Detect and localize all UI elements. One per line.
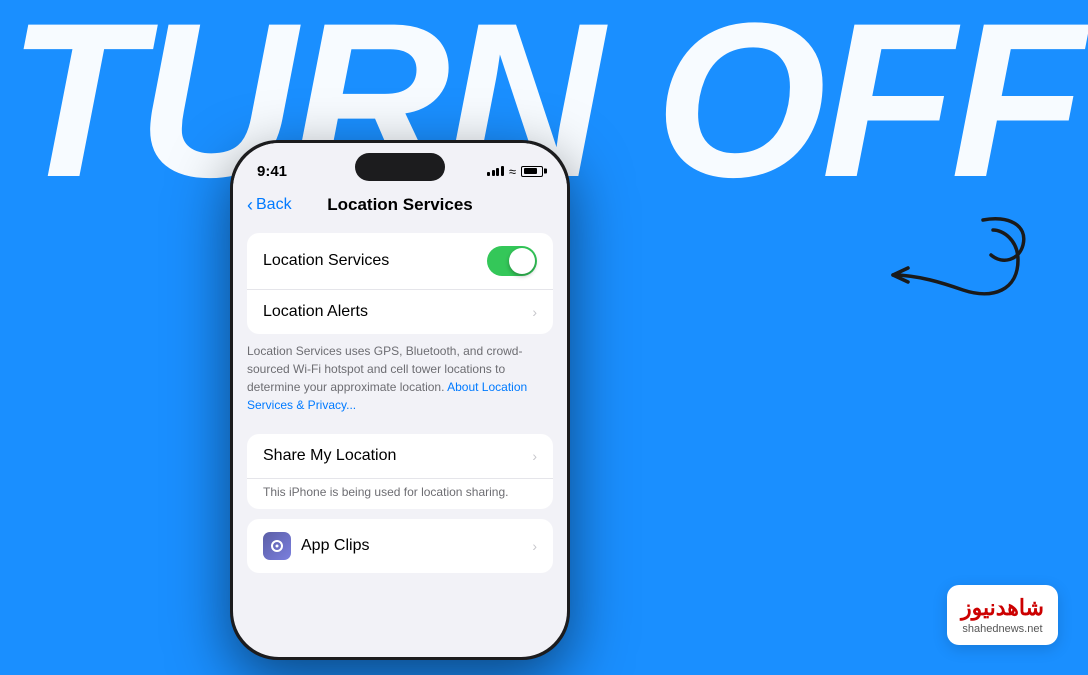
dynamic-island [355,153,445,181]
share-my-location-card: Share My Location › This iPhone is being… [247,434,553,509]
nav-title: Location Services [327,195,473,215]
location-services-label: Location Services [263,252,389,270]
logo-text: شاهدنیوز [961,595,1044,621]
share-my-location-label: Share My Location [263,447,396,465]
wifi-icon: ≈ [509,164,516,179]
location-alerts-label: Location Alerts [263,303,368,321]
location-description: Location Services uses GPS, Bluetooth, a… [233,334,567,424]
logo-badge: شاهدنیوز shahednews.net [947,585,1058,645]
back-chevron-icon: ‹ [247,195,253,216]
status-icons: ≈ [487,164,543,179]
battery-icon [521,166,543,177]
back-label: Back [256,196,292,214]
toggle-knob [509,248,535,274]
arrow-annotation [833,210,1033,360]
share-chevron-icon: › [532,448,537,464]
app-clips-left: App Clips [263,532,369,560]
settings-content: Location Services Location Alerts › Loca… [233,233,567,573]
status-time: 9:41 [257,163,287,180]
phone-screen: 9:41 ≈ ‹ Bac [233,143,567,657]
back-button[interactable]: ‹ Back [247,195,292,216]
location-services-row: Location Services [247,233,553,290]
app-clips-card: App Clips › [247,519,553,573]
location-services-toggle[interactable] [487,246,537,276]
location-alerts-chevron-icon: › [532,304,537,320]
phone-frame: 9:41 ≈ ‹ Bac [230,140,570,660]
logo-sub: shahednews.net [961,623,1044,635]
app-clips-chevron-icon: › [532,538,537,554]
phone-device: 9:41 ≈ ‹ Bac [230,140,570,660]
share-subtitle: This iPhone is being used for location s… [247,479,553,509]
share-my-location-row[interactable]: Share My Location › [247,434,553,479]
app-clips-icon [263,532,291,560]
nav-bar: ‹ Back Location Services [233,187,567,223]
location-services-card: Location Services Location Alerts › [247,233,553,334]
signal-icon [487,166,504,176]
location-alerts-row[interactable]: Location Alerts › [247,290,553,334]
app-clips-row[interactable]: App Clips › [247,519,553,573]
app-clips-label: App Clips [301,537,369,555]
